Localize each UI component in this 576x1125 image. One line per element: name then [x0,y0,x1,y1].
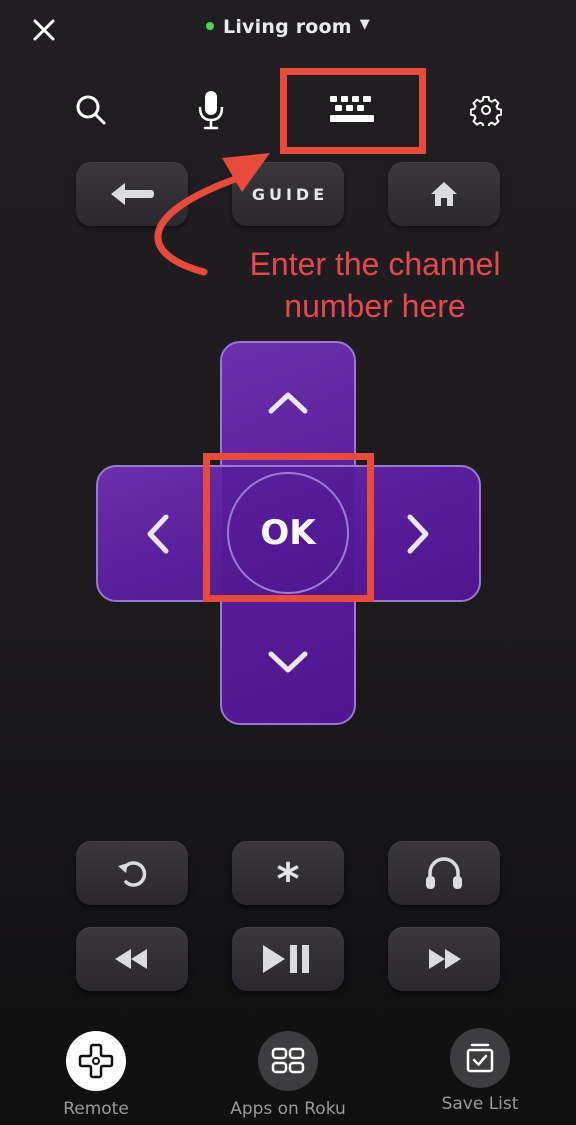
nav-remote-icon-bg [66,1031,126,1091]
nav-save-list-icon-bg [450,1028,510,1088]
annotation-line-2: number here [284,288,466,324]
play-pause-icon [263,945,309,973]
dpad-up-button[interactable] [222,343,354,463]
ok-highlight-box [203,453,374,602]
nav-save-list[interactable]: Save List [420,1028,540,1118]
nav-apps-on-roku[interactable]: Apps on Roku [208,1031,368,1121]
save-list-icon [466,1043,494,1073]
dpad-down-button[interactable] [222,602,354,722]
annotation-line-1: Enter the channel [249,246,501,282]
replay-icon [118,861,147,887]
instant-replay-button[interactable] [76,841,188,905]
chevron-right-icon [407,514,429,553]
apps-grid-icon [271,1047,305,1074]
options-asterisk-icon: * [276,854,300,905]
chevron-left-icon [147,514,169,553]
remote-dpad-icon [78,1043,114,1079]
nav-remote[interactable]: Remote [36,1031,156,1121]
rewind-button[interactable] [76,927,188,991]
nav-save-list-label: Save List [441,1094,519,1114]
chevron-down-icon [268,651,308,673]
fast-forward-button[interactable] [388,927,500,991]
options-button[interactable]: * [232,841,344,905]
dpad-left-button[interactable] [98,467,218,600]
private-listening-button[interactable] [388,841,500,905]
annotation-text: Enter the channel number here [210,243,540,327]
nav-apps-label: Apps on Roku [230,1099,346,1119]
rewind-icon [115,949,147,969]
nav-apps-icon-bg [258,1031,318,1091]
nav-remote-label: Remote [63,1099,129,1119]
headphones-icon [426,857,462,889]
dpad-right-button[interactable] [358,467,478,600]
fast-forward-icon [429,949,461,969]
chevron-up-icon [268,392,308,414]
play-pause-button[interactable] [232,927,344,991]
